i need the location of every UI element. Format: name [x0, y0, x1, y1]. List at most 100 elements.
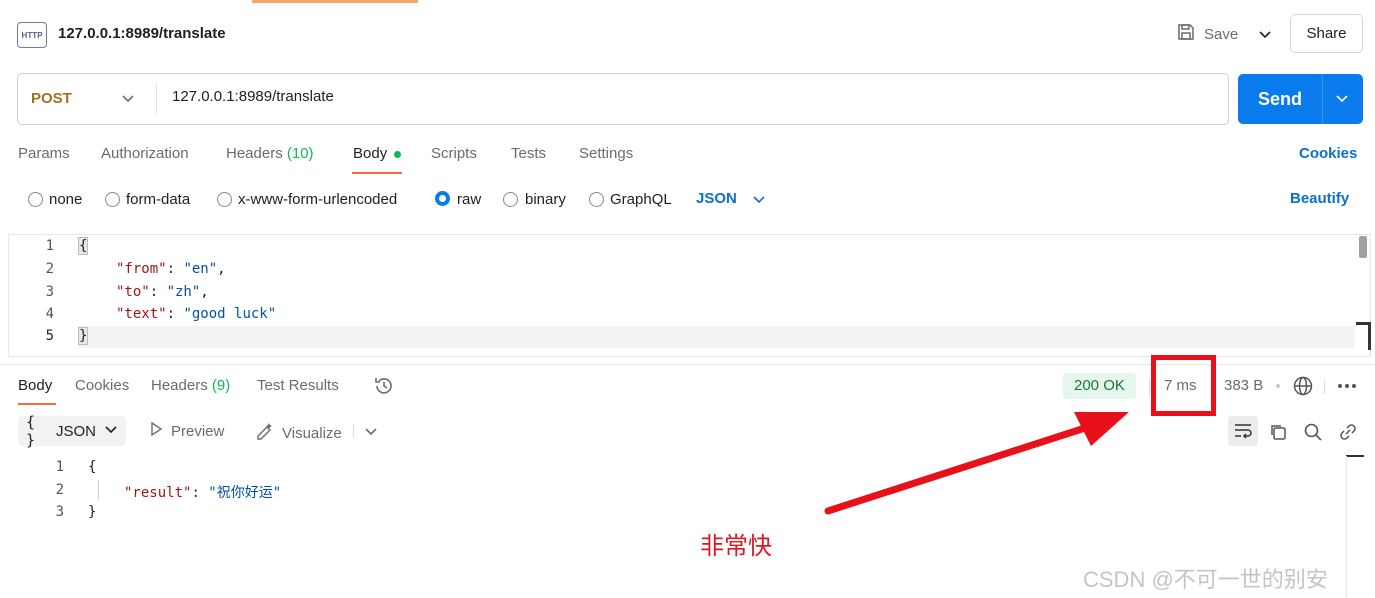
- send-divider: [1322, 74, 1323, 124]
- beautify-button[interactable]: Beautify: [1290, 190, 1349, 207]
- copy-icon[interactable]: [1265, 419, 1291, 445]
- response-tab-headers-label: Headers: [151, 377, 208, 394]
- json-key: "text": [116, 306, 167, 322]
- request-title[interactable]: 127.0.0.1:8989/translate: [58, 25, 226, 42]
- visualize-chevron-down-icon[interactable]: [362, 422, 380, 440]
- json-value: "en": [183, 261, 218, 277]
- share-button[interactable]: Share: [1290, 14, 1363, 53]
- send-options-chevron-down-icon[interactable]: [1330, 89, 1354, 109]
- visualize-label: Visualize: [282, 424, 342, 442]
- history-icon[interactable]: [373, 375, 395, 397]
- json-colon: :: [149, 284, 167, 300]
- save-options-chevron-down-icon[interactable]: [1252, 20, 1278, 48]
- radio-none-label[interactable]: none: [49, 191, 82, 208]
- radio-urlencoded[interactable]: [217, 192, 232, 207]
- tab-scripts[interactable]: Scripts: [431, 145, 477, 162]
- line-number: 5: [45, 328, 54, 344]
- line-number: 2: [45, 261, 54, 277]
- url-input[interactable]: 127.0.0.1:8989/translate: [172, 88, 334, 105]
- save-button[interactable]: Save: [1176, 18, 1238, 50]
- json-colon: :: [191, 485, 209, 501]
- json-colon: :: [166, 261, 184, 277]
- radio-raw-label[interactable]: raw: [457, 191, 481, 208]
- tab-params[interactable]: Params: [18, 145, 70, 162]
- visualize-icon: [255, 421, 275, 445]
- response-format-label: JSON: [55, 422, 96, 440]
- tab-settings[interactable]: Settings: [579, 145, 633, 162]
- radio-urlencoded-label[interactable]: x-www-form-urlencoded: [238, 191, 397, 208]
- json-key: "from": [116, 261, 167, 277]
- send-label[interactable]: Send: [1258, 89, 1302, 110]
- method-chevron-down-icon[interactable]: [118, 88, 138, 108]
- radio-none[interactable]: [28, 192, 43, 207]
- code-line-to: "to": "zh",: [116, 284, 209, 300]
- response-format-select[interactable]: { } JSON: [18, 413, 126, 449]
- line-number: 3: [55, 504, 64, 520]
- json-comma: ,: [200, 284, 209, 300]
- active-tab-accent: [252, 0, 418, 3]
- radio-form-data[interactable]: [105, 192, 120, 207]
- response-tab-headers[interactable]: Headers (9): [151, 377, 230, 394]
- link-icon[interactable]: [1335, 419, 1361, 445]
- annotation-text: 非常快: [700, 532, 772, 560]
- url-divider: [156, 84, 157, 114]
- code-line-text: "text": "good luck": [116, 306, 276, 322]
- line-number: 2: [55, 482, 64, 498]
- response-tab-test-results[interactable]: Test Results: [257, 377, 339, 394]
- method-select[interactable]: POST: [31, 90, 72, 107]
- toolbar-divider: [353, 424, 354, 438]
- meta-divider: [1324, 380, 1325, 394]
- response-close-brace: }: [88, 504, 97, 520]
- response-open-brace: {: [88, 459, 97, 475]
- response-size[interactable]: 383 B: [1224, 377, 1263, 394]
- meta-dot: [1276, 384, 1280, 388]
- tab-body[interactable]: Body: [353, 145, 387, 162]
- preview-icon: [148, 421, 164, 441]
- radio-graphql-label[interactable]: GraphQL: [610, 191, 672, 208]
- preview-button[interactable]: Preview: [148, 421, 224, 441]
- json-value: "zh": [166, 284, 201, 300]
- response-tab-cookies[interactable]: Cookies: [75, 377, 129, 394]
- editor-resize-handle[interactable]: [1356, 322, 1371, 350]
- json-key: "result": [124, 485, 192, 501]
- code-line-from: "from": "en",: [116, 261, 226, 277]
- more-icon[interactable]: [1336, 376, 1358, 396]
- search-icon[interactable]: [1300, 419, 1326, 445]
- json-key: "to": [116, 284, 150, 300]
- tab-headers[interactable]: Headers (10): [226, 145, 314, 162]
- tab-headers-label: Headers: [226, 145, 283, 162]
- highlight-box: [1151, 355, 1216, 416]
- visualize-button[interactable]: Visualize: [255, 421, 342, 445]
- tab-headers-count: (10): [286, 145, 314, 162]
- response-scrollbar-thumb[interactable]: [1346, 455, 1364, 457]
- response-tab-headers-count: (9): [211, 377, 231, 394]
- line-number: 4: [45, 306, 54, 322]
- close-brace: }: [77, 327, 89, 345]
- preview-label: Preview: [171, 422, 225, 440]
- indent-guide: [98, 480, 99, 500]
- response-tab-body-underline: [18, 403, 56, 405]
- line-number: 3: [45, 284, 54, 300]
- radio-form-data-label[interactable]: form-data: [126, 191, 190, 208]
- line-number: 1: [55, 459, 64, 475]
- radio-binary-label[interactable]: binary: [525, 191, 566, 208]
- tab-authorization[interactable]: Authorization: [101, 145, 189, 162]
- wrap-lines-icon[interactable]: [1228, 416, 1258, 446]
- radio-binary[interactable]: [503, 192, 518, 207]
- current-line-highlight: [78, 326, 1355, 348]
- status-badge[interactable]: 200 OK: [1063, 373, 1136, 399]
- tab-tests[interactable]: Tests: [511, 145, 546, 162]
- json-value: "祝你好运": [208, 485, 282, 501]
- response-tab-body[interactable]: Body: [18, 377, 52, 394]
- open-brace: {: [77, 237, 89, 255]
- body-format-chevron-down-icon[interactable]: [750, 190, 768, 208]
- radio-raw[interactable]: [435, 191, 450, 206]
- http-request-icon: HTTP: [17, 22, 47, 48]
- editor-scrollbar-thumb[interactable]: [1359, 236, 1367, 258]
- response-scrollbar-track[interactable]: [1346, 456, 1347, 598]
- globe-icon[interactable]: [1292, 375, 1314, 397]
- cookies-link[interactable]: Cookies: [1299, 145, 1357, 162]
- body-format-select[interactable]: JSON: [696, 190, 737, 207]
- line-number: 1: [45, 238, 54, 254]
- radio-graphql[interactable]: [589, 192, 604, 207]
